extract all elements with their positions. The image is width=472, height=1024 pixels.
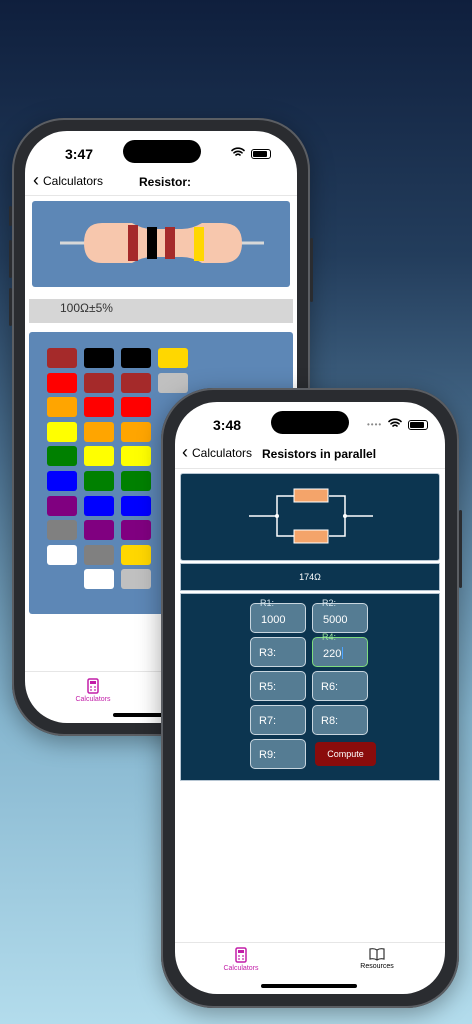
r5-label: R5: xyxy=(259,681,277,693)
color-swatch[interactable] xyxy=(121,397,151,418)
color-swatch[interactable] xyxy=(47,471,77,491)
r5-field[interactable]: R5: xyxy=(250,671,306,701)
result-value: 100Ω±5% xyxy=(60,301,113,315)
page-title: Resistors in parallel xyxy=(262,447,377,461)
color-swatch[interactable] xyxy=(121,544,151,565)
resistor-illustration xyxy=(60,223,264,263)
battery-icon xyxy=(408,419,429,430)
color-swatch[interactable] xyxy=(121,421,151,442)
back-label: Calculators xyxy=(43,174,104,188)
color-swatch[interactable] xyxy=(158,372,188,393)
status-time: 3:48 xyxy=(213,417,242,433)
r9-label: R9: xyxy=(259,749,277,761)
color-swatch[interactable] xyxy=(47,495,77,516)
back-button[interactable]: ‹ Calculators xyxy=(33,170,104,190)
color-swatch[interactable] xyxy=(84,372,114,393)
back-label: Calculators xyxy=(192,446,253,460)
tab-calculators[interactable]: Calculators xyxy=(75,678,111,703)
r4-value: 220 xyxy=(323,648,342,660)
color-swatch[interactable] xyxy=(47,372,77,393)
r1-field[interactable]: R1: 1000 xyxy=(250,598,306,633)
color-swatch[interactable] xyxy=(84,520,114,541)
r2-label: R2: xyxy=(322,598,337,608)
input-panel xyxy=(180,593,440,781)
dynamic-island xyxy=(271,411,349,434)
color-swatch[interactable] xyxy=(121,520,151,541)
color-swatch[interactable] xyxy=(121,372,151,393)
color-swatch[interactable] xyxy=(84,471,114,491)
color-swatch[interactable] xyxy=(121,348,151,368)
r6-field[interactable]: R6: xyxy=(312,671,368,701)
color-swatch[interactable] xyxy=(121,569,151,590)
color-swatch[interactable] xyxy=(84,495,114,516)
parallel-circuit-diagram xyxy=(249,488,373,544)
screen-parallel: 3:48 •••• ‹ Calculators Resistors in par… xyxy=(175,402,445,994)
color-swatch[interactable] xyxy=(84,348,114,368)
r7-field[interactable]: R7: xyxy=(250,705,306,735)
color-swatch[interactable] xyxy=(47,421,77,442)
r9-field[interactable]: R9: xyxy=(250,739,306,769)
r3-field[interactable]: R3: xyxy=(250,637,306,667)
color-swatch[interactable] xyxy=(121,495,151,516)
circuit-diagram-panel xyxy=(180,473,440,561)
r6-label: R6: xyxy=(321,681,339,693)
status-icons: •••• xyxy=(367,418,429,431)
compute-button[interactable]: Compute xyxy=(315,742,376,766)
home-indicator xyxy=(261,984,357,988)
nav-bar: ‹ Calculators Resistors in parallel xyxy=(175,438,445,469)
color-swatch[interactable] xyxy=(47,520,77,541)
r8-label: R8: xyxy=(321,715,339,727)
color-swatch[interactable] xyxy=(47,397,77,418)
text-cursor xyxy=(342,647,343,659)
color-swatch[interactable] xyxy=(158,348,188,368)
r4-label: R4: xyxy=(322,632,337,642)
color-swatch[interactable] xyxy=(47,544,77,565)
tab-resources-label: Resources xyxy=(360,963,394,970)
color-swatch[interactable] xyxy=(121,446,151,467)
color-swatch[interactable] xyxy=(84,421,114,442)
color-swatch[interactable] xyxy=(84,397,114,418)
page-title: Resistor: xyxy=(139,175,192,189)
phone-frame-parallel: 3:48 •••• ‹ Calculators Resistors in par… xyxy=(161,388,462,1008)
calculator-icon xyxy=(235,947,247,963)
tab-calculators[interactable]: Calculators xyxy=(221,947,261,972)
r4-field[interactable]: R4: 220 xyxy=(312,632,368,667)
tab-calculators-label: Calculators xyxy=(223,965,259,972)
r7-label: R7: xyxy=(259,715,277,727)
calculator-icon xyxy=(87,678,99,694)
color-swatch[interactable] xyxy=(84,569,114,590)
tab-calculators-label: Calculators xyxy=(75,696,111,703)
color-swatch[interactable] xyxy=(47,446,77,467)
wifi-icon xyxy=(388,418,403,431)
back-button[interactable]: ‹ Calculators xyxy=(182,442,253,462)
result-value: 174Ω xyxy=(299,572,321,582)
resistor-image-panel xyxy=(32,201,290,287)
color-swatch[interactable] xyxy=(84,446,114,467)
r2-value: 5000 xyxy=(323,614,348,626)
result-display: 174Ω xyxy=(180,563,440,591)
signal-dots-icon: •••• xyxy=(367,420,383,429)
wifi-icon xyxy=(231,147,245,160)
r3-label: R3: xyxy=(259,647,277,659)
r1-label: R1: xyxy=(260,598,275,608)
book-icon xyxy=(369,948,385,961)
status-time: 3:47 xyxy=(65,146,94,162)
battery-icon xyxy=(251,148,271,159)
color-swatch[interactable] xyxy=(121,471,151,491)
color-swatch[interactable] xyxy=(84,544,114,565)
result-display: 100Ω±5% xyxy=(29,299,293,323)
nav-bar: ‹ Calculators Resistor: xyxy=(25,165,297,196)
status-icons xyxy=(231,147,271,160)
r1-value: 1000 xyxy=(261,614,286,626)
r2-field[interactable]: R2: 5000 xyxy=(312,598,368,633)
tab-resources[interactable]: Resources xyxy=(357,947,397,970)
chevron-left-icon: ‹ xyxy=(182,442,188,462)
dynamic-island xyxy=(123,140,201,163)
r8-field[interactable]: R8: xyxy=(312,705,368,735)
chevron-left-icon: ‹ xyxy=(33,170,39,190)
color-swatch[interactable] xyxy=(47,348,77,368)
